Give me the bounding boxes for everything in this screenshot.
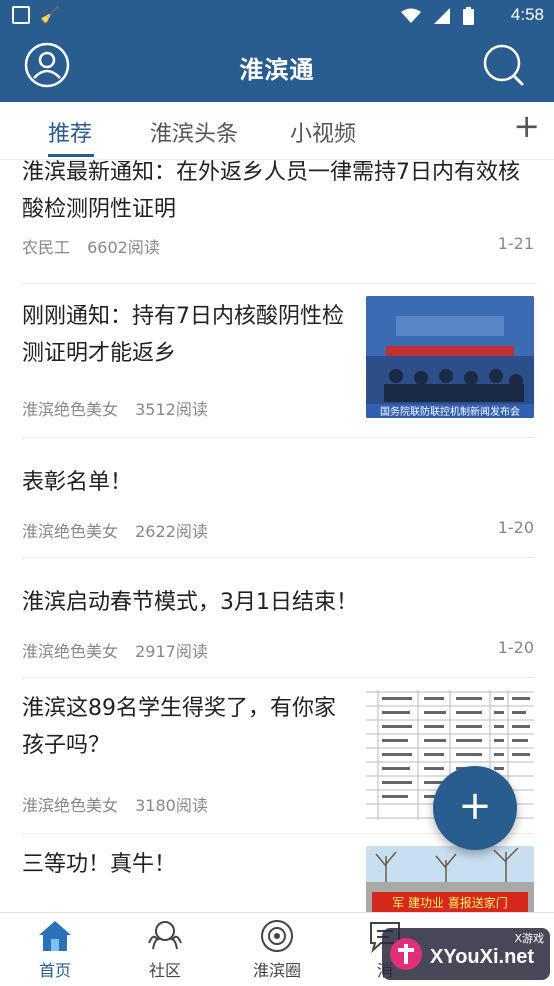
nav-label: 社区 [148, 961, 181, 980]
news-meta: 淮滨绝色美女 3512阅读 [22, 396, 220, 420]
community-icon [148, 921, 182, 950]
news-author: 淮滨绝色美女 [22, 642, 119, 661]
system-icons [400, 5, 474, 25]
site-watermark: X游戏 XYouXi.net [382, 928, 550, 980]
category-tabs: 推荐 淮滨头条 小视频 + [0, 102, 554, 160]
news-title: 表彰名单！ [22, 470, 133, 495]
news-author: 淮滨绝色美女 [22, 796, 119, 815]
news-title: 淮滨最新通知：在外返乡人员一律需持7日内有效核酸检测阴性证明 [22, 160, 520, 222]
wifi-icon [400, 8, 421, 23]
app-title: 淮滨通 [239, 56, 315, 84]
news-date: 1-21 [497, 234, 534, 253]
thumb-caption: 军 建功业 喜报送家门 [392, 895, 508, 910]
nav-community[interactable]: 社区 [120, 919, 210, 981]
tab-huaibin-headlines[interactable]: 淮滨头条 [150, 116, 238, 148]
create-post-button[interactable]: + [433, 766, 517, 850]
home-icon [39, 921, 71, 951]
signal-icon [433, 7, 450, 24]
news-author: 农民工 [22, 238, 71, 257]
news-meta: 淮滨绝色美女 3180阅读 [22, 792, 220, 816]
battery-icon [463, 6, 474, 25]
news-title: 刚刚通知：持有7日内核酸阴性检测证明才能返乡 [22, 304, 344, 366]
tab-recommend[interactable]: 推荐 [48, 116, 92, 148]
nav-label: 淮滨圈 [252, 961, 301, 980]
status-time: 4:58 [510, 5, 544, 24]
thumb-caption: 国务院联防联控机制新闻发布会 [380, 405, 520, 418]
news-item[interactable]: 表彰名单！ 淮滨绝色美女 2622阅读 1-20 [22, 438, 534, 558]
app-bar: 淮滨通 [0, 32, 554, 102]
news-reads: 3180阅读 [135, 796, 208, 815]
notification-square-icon [12, 6, 30, 24]
news-title: 淮滨启动春节模式，3月1日结束！ [22, 590, 358, 615]
news-reads: 3512阅读 [135, 400, 208, 419]
news-meta: 淮滨绝色美女 2622阅读 [22, 518, 220, 542]
nav-huaibin-circle[interactable]: 淮滨圈 [232, 919, 322, 981]
news-date: 1-20 [497, 638, 534, 657]
news-date: 1-20 [497, 518, 534, 537]
news-reads: 6602阅读 [87, 238, 160, 257]
news-title: 淮滨这89名学生得奖了，有你家孩子吗？ [22, 696, 336, 758]
news-thumbnail: 军 建功业 喜报送家门 [366, 846, 534, 912]
active-tab-indicator [48, 154, 94, 157]
watermark-text: XYouXi.net [430, 946, 535, 968]
status-bar: 🧹 4:58 [0, 0, 554, 32]
tab-short-video[interactable]: 小视频 [290, 116, 356, 148]
news-author: 淮滨绝色美女 [22, 400, 119, 419]
search-icon[interactable] [482, 42, 526, 88]
news-item[interactable]: 淮滨启动春节模式，3月1日结束！ 淮滨绝色美女 2917阅读 1-20 [22, 558, 534, 678]
nav-home[interactable]: 首页 [10, 919, 100, 981]
nav-label: 首页 [38, 961, 71, 980]
news-meta: 农民工 6602阅读 [22, 234, 172, 258]
watermark-top: X游戏 [514, 932, 544, 945]
news-reads: 2622阅读 [135, 522, 208, 541]
news-reads: 2917阅读 [135, 642, 208, 661]
circle-icon [261, 920, 293, 952]
news-author: 淮滨绝色美女 [22, 522, 119, 541]
news-thumbnail: 国务院联防联控机制新闻发布会 [366, 296, 534, 418]
news-item[interactable]: 刚刚通知：持有7日内核酸阴性检测证明才能返乡 淮滨绝色美女 3512阅读 国务院… [22, 284, 534, 438]
game-controller-icon [390, 938, 422, 970]
add-tab-button[interactable]: + [513, 110, 540, 142]
news-item[interactable]: 淮滨最新通知：在外返乡人员一律需持7日内有效核酸检测阴性证明 农民工 6602阅… [22, 160, 534, 284]
news-meta: 淮滨绝色美女 2917阅读 [22, 638, 220, 662]
cleaner-icon: 🧹 [40, 5, 60, 24]
